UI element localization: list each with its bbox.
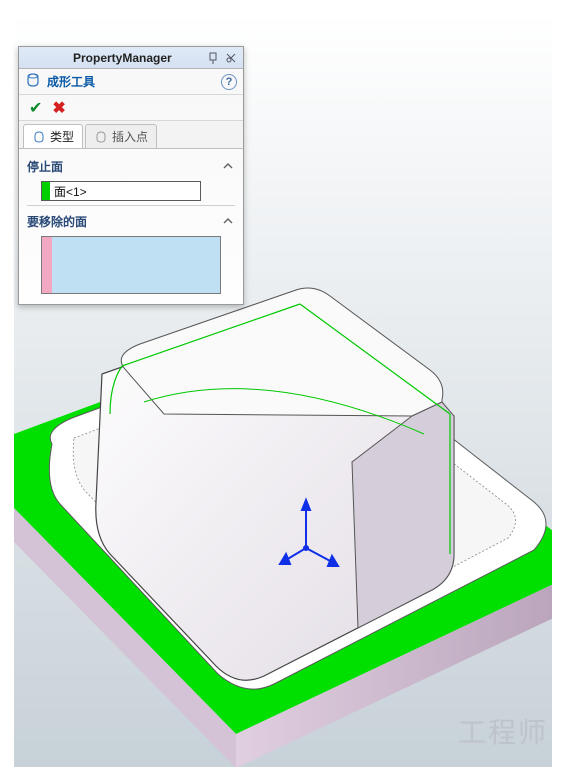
help-icon[interactable]: ? (221, 74, 237, 90)
pushpin-icon[interactable] (223, 50, 239, 66)
remove-face-title: 要移除的面 (27, 213, 221, 230)
feature-label: 成形工具 (47, 73, 215, 90)
stop-face-input[interactable]: 面<1> (41, 181, 201, 201)
forming-tool-icon (25, 72, 41, 91)
collapse-remove-icon[interactable] (221, 214, 235, 228)
tab-insert-label: 插入点 (112, 128, 148, 145)
panel-title: PropertyManager (23, 51, 172, 65)
remove-face-listbox[interactable] (41, 236, 221, 294)
tab-type-label: 类型 (50, 128, 74, 145)
tab-insert[interactable]: 插入点 (85, 124, 157, 148)
stop-face-value: 面<1> (50, 183, 87, 200)
keep-visible-icon[interactable] (205, 50, 221, 66)
stop-face-swatch (42, 182, 50, 200)
stop-face-title: 停止面 (27, 158, 221, 175)
ok-button[interactable]: ✔ (29, 98, 42, 118)
tab-type[interactable]: 类型 (23, 124, 83, 148)
tabs: 类型 插入点 (19, 121, 243, 149)
cancel-button[interactable]: ✖ (52, 98, 65, 118)
collapse-stop-icon[interactable] (221, 159, 235, 173)
panel-title-bar: PropertyManager (19, 47, 243, 69)
property-manager-panel: PropertyManager 成形工具 ? ✔ ✖ 类型 插入点 停止面 面<… (18, 46, 244, 305)
